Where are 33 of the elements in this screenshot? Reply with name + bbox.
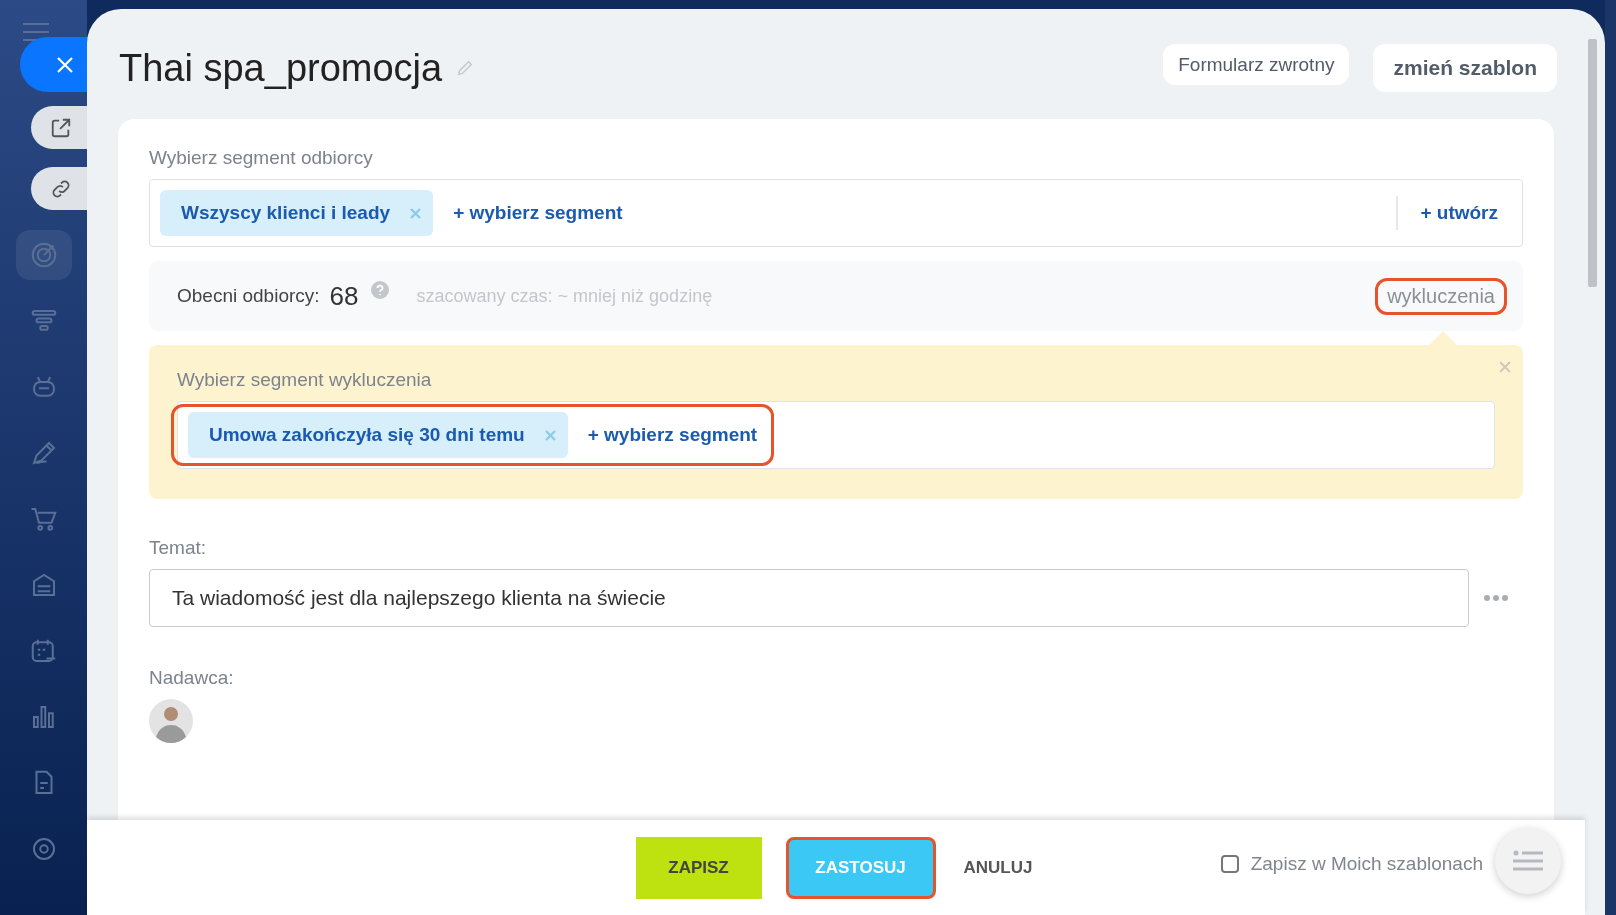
more-icon[interactable] [1483,594,1509,602]
menu-button[interactable] [1495,828,1561,894]
field-label: Wybierz segment wykluczenia [177,369,433,391]
header-button[interactable]: Formularz zwrotny [1163,44,1350,85]
scrollbar[interactable] [1588,39,1597,287]
segment-tag[interactable]: Umowa zakończyła się 30 dni temu [188,412,568,458]
recipients-label: Obecni odbiorcy: [177,285,320,307]
edit-icon[interactable] [456,59,475,77]
recipients-count: 68 [329,280,359,312]
segment-tag[interactable]: Wszyscy klienci i leady [160,190,434,236]
subject-field[interactable]: Ta wiadomość jest dla najlepszego klienta na świecie [149,569,1469,627]
select-segment-link[interactable]: + wybierz segment [453,202,623,224]
help-icon[interactable] [370,281,389,299]
window-title: Thai spa_promocja [119,46,443,90]
sidebar-item[interactable] [15,230,72,280]
segment-field[interactable]: Wszyscy klienci i leady + wybierz segment + utwórz [149,179,1523,247]
save-button[interactable]: ZAPISZ [635,836,762,899]
checkbox[interactable] [1220,855,1239,873]
cancel-button[interactable]: ANULUJ [959,836,1037,899]
save-template-checkbox[interactable]: Zapisz w Moich szablonach [1220,853,1483,875]
field-label: Wybierz segment odbiorcy [149,147,374,169]
close-icon[interactable] [1499,361,1511,373]
avatar[interactable] [149,699,193,743]
create-link[interactable]: + utwórz [1396,196,1498,230]
field-label: Nadawca: [149,667,235,689]
remove-icon[interactable] [544,429,556,441]
remove-icon[interactable] [410,207,422,219]
header-button[interactable]: zmień szablon [1373,44,1557,92]
list-icon [1513,850,1543,872]
close-icon [56,55,74,74]
select-segment-link[interactable]: + wybierz segment [587,424,758,446]
external-link-icon [50,116,72,139]
field-label: Temat: [149,537,208,559]
